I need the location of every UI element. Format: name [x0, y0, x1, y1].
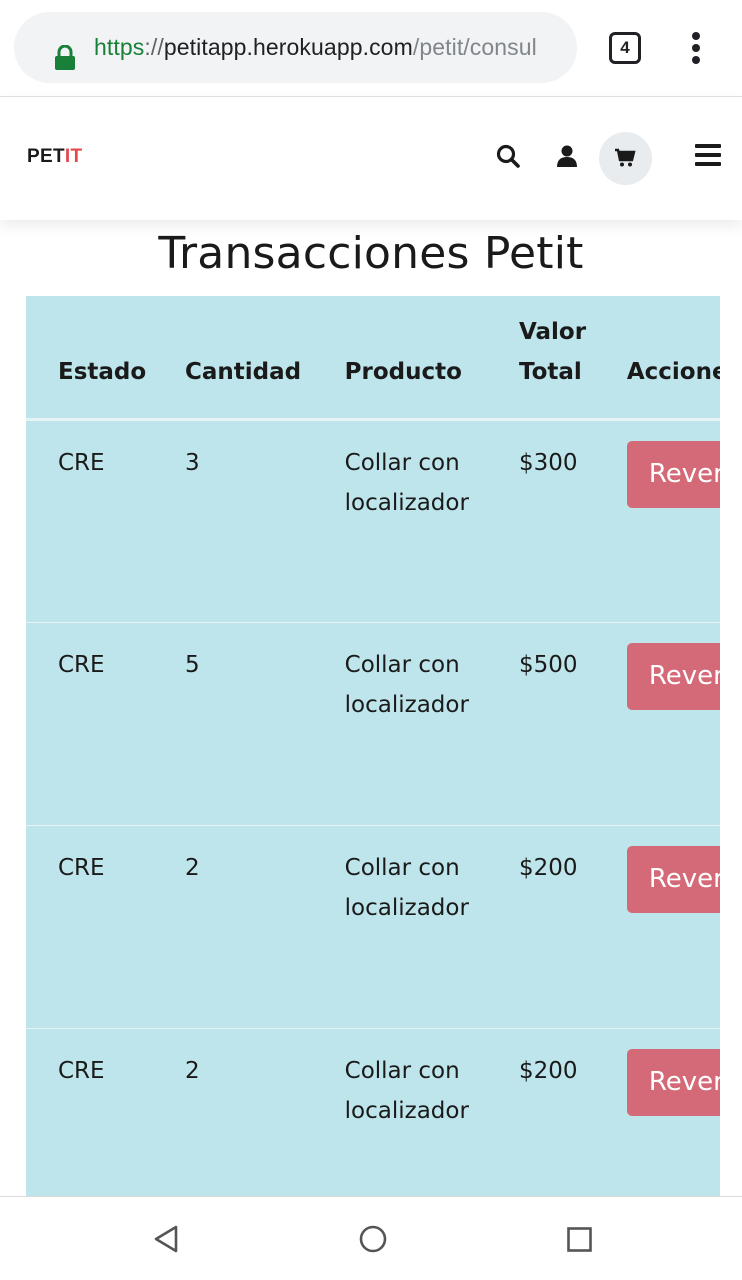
page-title: Transacciones Petit — [158, 228, 584, 279]
table-row: CRE 5 Collar con localizador $500 Revers… — [26, 621, 720, 825]
table-row: CRE 2 Collar con localizador $200 Revers… — [26, 824, 720, 1028]
cell-estado: CRE — [26, 1027, 185, 1196]
cell-valor: $300 — [518, 418, 627, 622]
cart-button[interactable] — [599, 132, 652, 185]
table-header-row: Estado Cantidad Producto Valor Total Acci… — [26, 296, 720, 421]
cell-estado: CRE — [26, 824, 185, 1028]
cell-producto: Collar con localizador — [344, 418, 519, 622]
cart-icon — [615, 148, 636, 167]
reversar-button[interactable]: Reversar — [626, 845, 720, 913]
more-options-icon[interactable] — [690, 32, 702, 64]
cell-cantidad: 3 — [184, 418, 345, 622]
cell-acciones: Reversar — [626, 418, 720, 622]
logo-main: PET — [27, 146, 65, 167]
menu-icon[interactable] — [695, 144, 721, 166]
header-valor-line1: Valor — [518, 318, 587, 345]
reversar-button[interactable]: Reversar — [626, 642, 720, 710]
system-nav-bar — [0, 1196, 742, 1280]
cell-cantidad: 2 — [184, 824, 345, 1028]
cell-producto: Collar con localizador — [344, 621, 519, 825]
address-bar[interactable]: https://petitapp.herokuapp.com/petit/con… — [14, 12, 577, 83]
cell-valor: $500 — [518, 621, 627, 825]
cell-producto: Collar con localizador — [344, 824, 519, 1028]
header-acciones: Acciones — [626, 296, 720, 421]
logo-accent: IT — [64, 146, 83, 167]
reversar-button[interactable]: Reversar — [626, 440, 720, 508]
cell-valor: $200 — [518, 1027, 627, 1196]
header-valor-total: Valor Total — [518, 296, 627, 421]
recents-icon[interactable] — [567, 1227, 592, 1252]
url-text: https://petitapp.herokuapp.com/petit/con… — [94, 12, 537, 83]
cell-estado: CRE — [26, 418, 185, 622]
lock-icon — [55, 45, 75, 70]
cell-valor: $200 — [518, 824, 627, 1028]
url-separator: :// — [144, 34, 164, 60]
cell-acciones: Reversar — [626, 621, 720, 825]
cell-estado: CRE — [26, 621, 185, 825]
header-cantidad: Cantidad — [184, 296, 345, 421]
cell-cantidad: 2 — [184, 1027, 345, 1196]
tab-switcher-button[interactable]: 4 — [609, 32, 641, 64]
url-scheme: https — [94, 34, 145, 60]
search-icon[interactable] — [494, 142, 524, 172]
url-path: /petit/consul — [412, 34, 537, 60]
table-row: CRE 3 Collar con localizador $300 Revers… — [26, 418, 720, 622]
transactions-table: Estado Cantidad Producto Valor Total Acci… — [26, 296, 720, 1196]
cell-acciones: Reversar — [626, 1027, 720, 1196]
back-icon[interactable] — [153, 1225, 179, 1253]
logo[interactable]: PETIT — [27, 146, 82, 168]
browser-toolbar: https://petitapp.herokuapp.com/petit/con… — [0, 0, 742, 97]
user-icon[interactable] — [552, 142, 582, 172]
reversar-button[interactable]: Reversar — [626, 1048, 720, 1116]
cell-cantidad: 5 — [184, 621, 345, 825]
table-row: CRE 2 Collar con localizador $200 Revers… — [26, 1027, 720, 1196]
site-header: PETIT — [0, 98, 742, 220]
cell-producto: Collar con localizador — [344, 1027, 519, 1196]
cell-acciones: Reversar — [626, 824, 720, 1028]
home-icon[interactable] — [359, 1225, 387, 1253]
header-estado: Estado — [26, 296, 185, 421]
header-producto: Producto — [344, 296, 519, 421]
header-valor-line2: Total — [518, 358, 582, 385]
url-host: petitapp.herokuapp.com — [163, 34, 413, 60]
